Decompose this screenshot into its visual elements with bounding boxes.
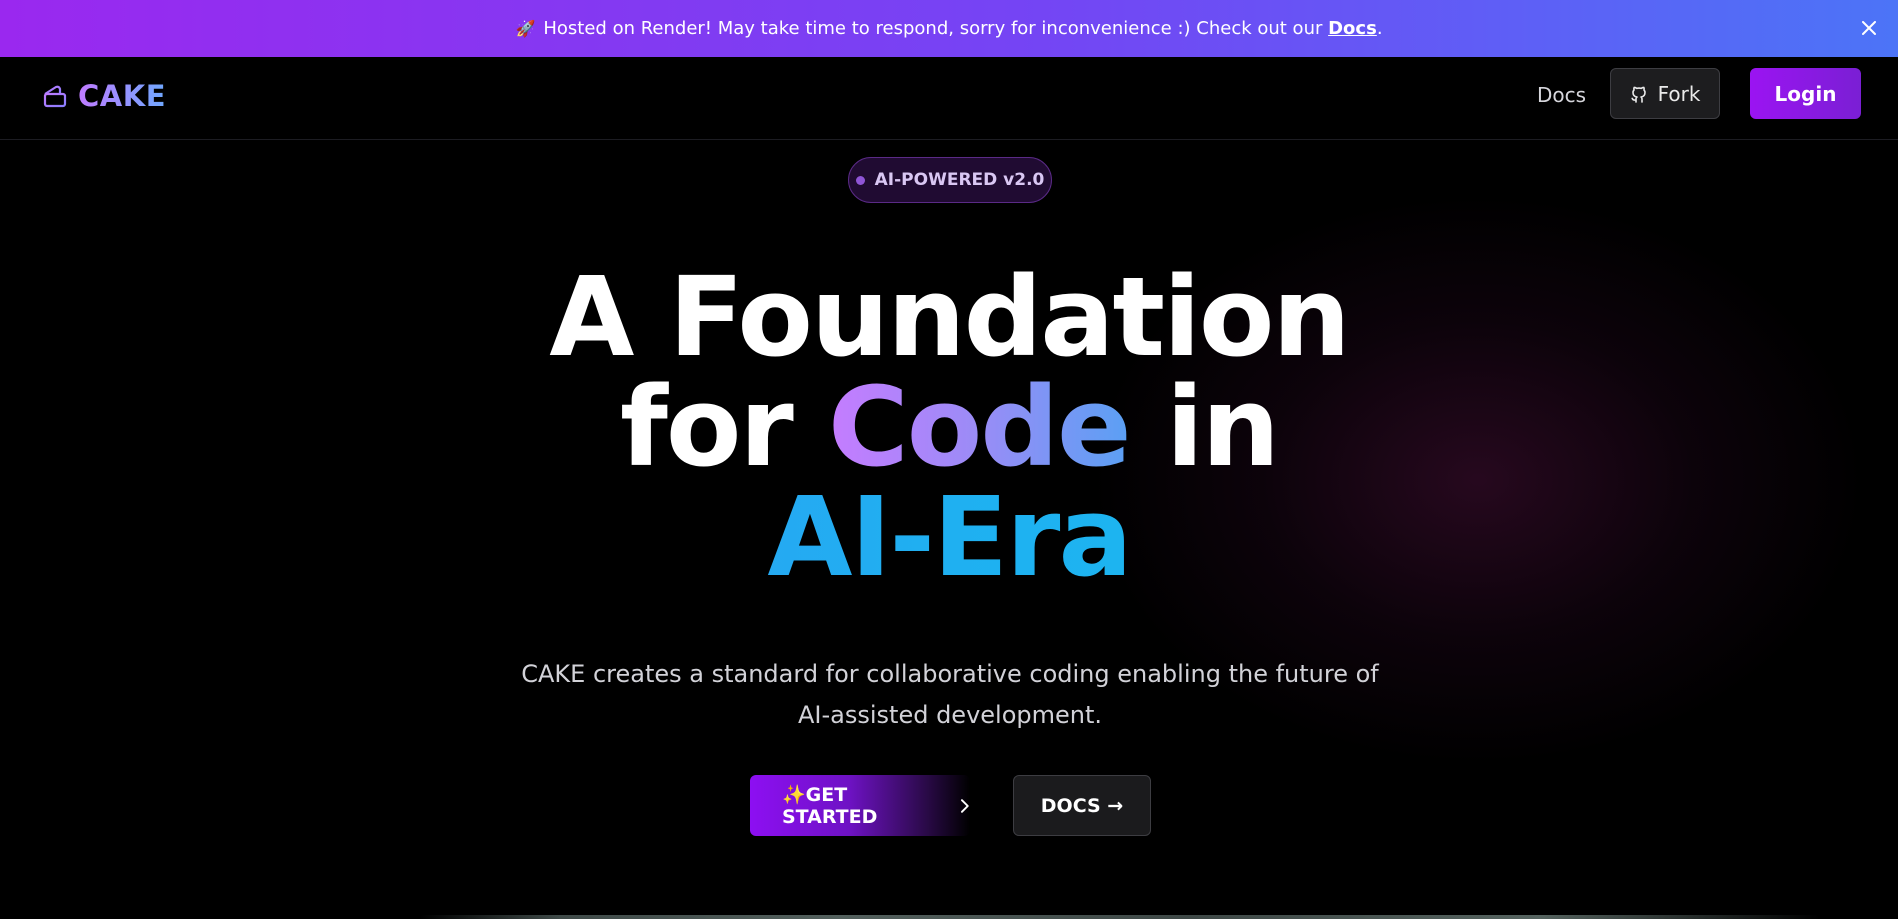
chevron-right-icon [961,798,970,813]
hero-subtitle: CAKE creates a standard for collaborativ… [521,660,1379,729]
headline-code: Code [828,363,1132,491]
docs-button[interactable]: DOCS → [1013,775,1151,836]
hero-headline: A Foundation for Code in AI-Era [0,262,1898,592]
site-header: CAKE Docs Fork Login [0,57,1898,140]
cake-icon [42,83,68,109]
headline-for: for [620,363,828,491]
get-started-button[interactable]: ✨GET STARTED [750,775,970,836]
announcement-banner: 🚀 Hosted on Render! May take time to res… [0,0,1898,57]
headline-line-1: A Foundation [549,253,1350,381]
close-icon[interactable] [1858,17,1880,39]
login-button[interactable]: Login [1750,68,1861,119]
badge-dot [855,175,865,185]
github-icon [1630,86,1646,103]
headline-in: in [1129,363,1280,491]
headline-line-2: for Code in [0,372,1898,482]
rocket-icon: 🚀 [515,19,536,38]
fork-button[interactable]: Fork [1610,68,1720,119]
badge-label: AI-POWERED v2.0 [874,170,1045,190]
banner-trailing: . [1376,18,1383,39]
logo-text: CAKE [78,79,167,113]
nav-docs-link[interactable]: Docs [1537,83,1586,107]
headline-ai-era: AI-Era [0,482,1898,592]
banner-docs-link[interactable]: Docs [1328,18,1377,39]
banner-text: Hosted on Render! May take time to respo… [543,18,1329,39]
login-label: Login [1774,81,1837,106]
get-started-label: ✨GET STARTED [782,784,878,828]
version-badge: AI-POWERED v2.0 [848,157,1052,203]
fork-label: Fork [1657,81,1701,106]
preview-panel-edge [420,915,1820,919]
landing-page: 🚀 Hosted on Render! May take time to res… [0,0,1898,919]
docs-button-label: DOCS → [1040,794,1124,817]
logo[interactable]: CAKE [42,79,166,113]
